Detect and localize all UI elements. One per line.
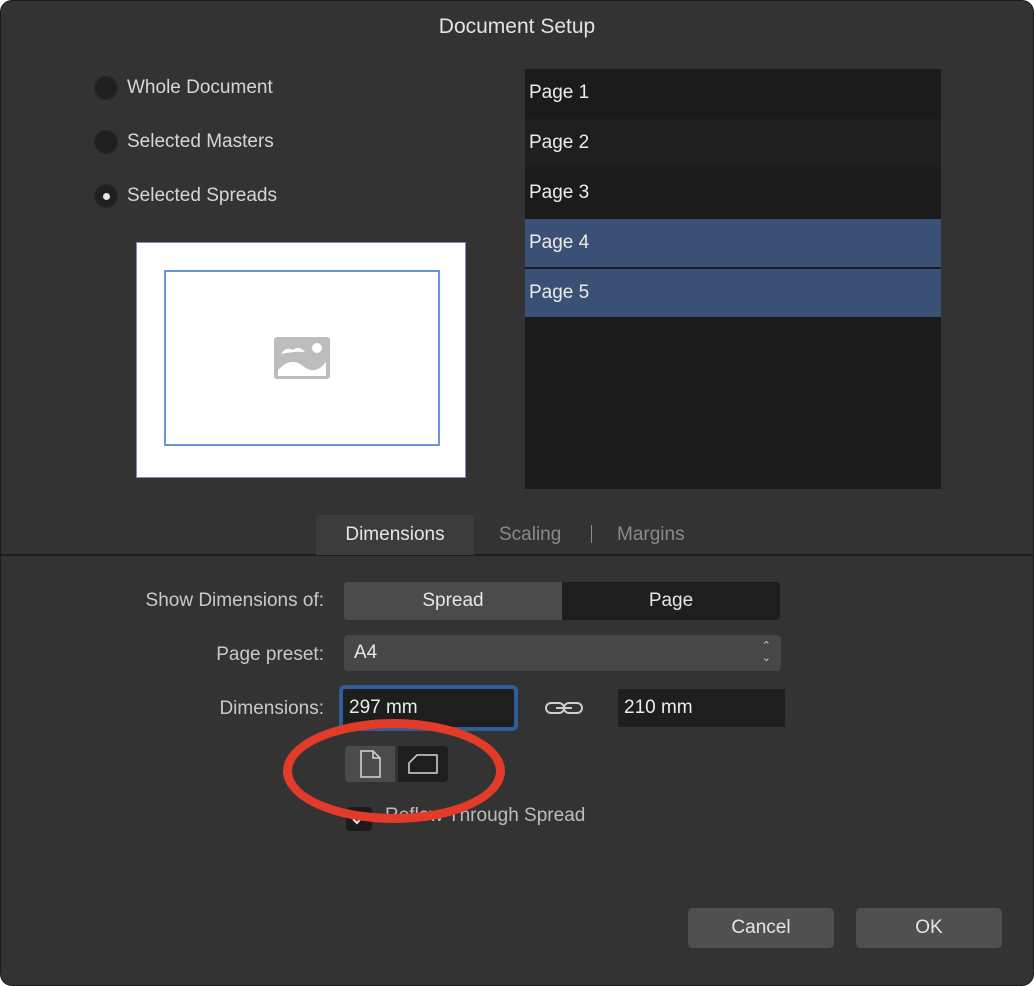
portrait-page-icon — [360, 750, 381, 778]
page-preset-select[interactable]: A4 ⌃ ⌄ — [344, 635, 781, 671]
page-label: Page 4 — [529, 232, 590, 253]
dialog-title: Document Setup — [438, 15, 596, 38]
reflow-checkbox[interactable] — [346, 807, 372, 831]
radio-button[interactable] — [94, 76, 118, 100]
page-label: Page 2 — [529, 132, 590, 153]
radio-selected-spreads[interactable]: Selected Spreads — [94, 182, 277, 210]
updown-chevron-icon: ⌃ ⌄ — [761, 640, 771, 664]
cancel-button[interactable]: Cancel — [688, 908, 834, 948]
page-list-item[interactable]: Page 3 — [525, 169, 941, 217]
ok-button[interactable]: OK — [856, 908, 1002, 948]
page-preset-label: Page preset: — [216, 644, 324, 665]
landscape-orientation-button[interactable] — [398, 746, 448, 782]
page-list-item-selected[interactable]: Page 5 — [525, 269, 941, 317]
radio-selected-masters[interactable]: Selected Masters — [94, 128, 274, 156]
tab-dimensions[interactable]: Dimensions — [316, 515, 474, 555]
page-list-item[interactable]: Page 1 — [525, 69, 941, 117]
page-list-item[interactable]: Page 2 — [525, 119, 941, 167]
document-setup-dialog: Document Setup Whole Document Selected M… — [0, 0, 1034, 986]
dimensions-label: Dimensions: — [219, 698, 324, 719]
tab-separator — [591, 525, 592, 543]
radio-label: Selected Masters — [127, 131, 274, 152]
segment-page[interactable]: Page — [562, 582, 780, 620]
page-list-item-selected[interactable]: Page 4 — [525, 219, 941, 267]
landscape-page-icon — [408, 754, 438, 774]
show-dimensions-label: Show Dimensions of: — [145, 590, 324, 611]
page-preset-value: A4 — [354, 642, 378, 663]
width-input[interactable] — [343, 689, 514, 727]
page-list[interactable]: Page 1 Page 2 Page 3 Page 4 Page 5 — [525, 69, 941, 489]
portrait-orientation-button[interactable] — [345, 746, 395, 782]
chain-link-icon-graphic — [545, 702, 583, 714]
checkmark-icon — [352, 813, 366, 825]
page-label: Page 5 — [529, 282, 590, 303]
segment-spread[interactable]: Spread — [344, 582, 562, 620]
page-label: Page 3 — [529, 182, 590, 203]
spread-preview — [136, 242, 466, 478]
radio-label: Whole Document — [127, 77, 273, 98]
chain-link-icon[interactable] — [544, 698, 584, 723]
height-input[interactable] — [618, 689, 785, 727]
radio-button[interactable] — [94, 130, 118, 154]
page-label: Page 1 — [529, 82, 590, 103]
radio-button[interactable] — [94, 184, 118, 208]
preview-page-frame — [164, 270, 440, 446]
radio-whole-document[interactable]: Whole Document — [94, 74, 273, 102]
radio-selected-dot — [102, 192, 110, 200]
radio-label: Selected Spreads — [127, 185, 277, 206]
reflow-label: Reflow Through Spread — [385, 805, 586, 826]
show-dimensions-segmented-control[interactable]: Spread Page — [344, 582, 780, 620]
tab-margins[interactable]: Margins — [617, 515, 685, 555]
tab-scaling[interactable]: Scaling — [499, 515, 561, 555]
image-placeholder-icon — [274, 337, 330, 379]
